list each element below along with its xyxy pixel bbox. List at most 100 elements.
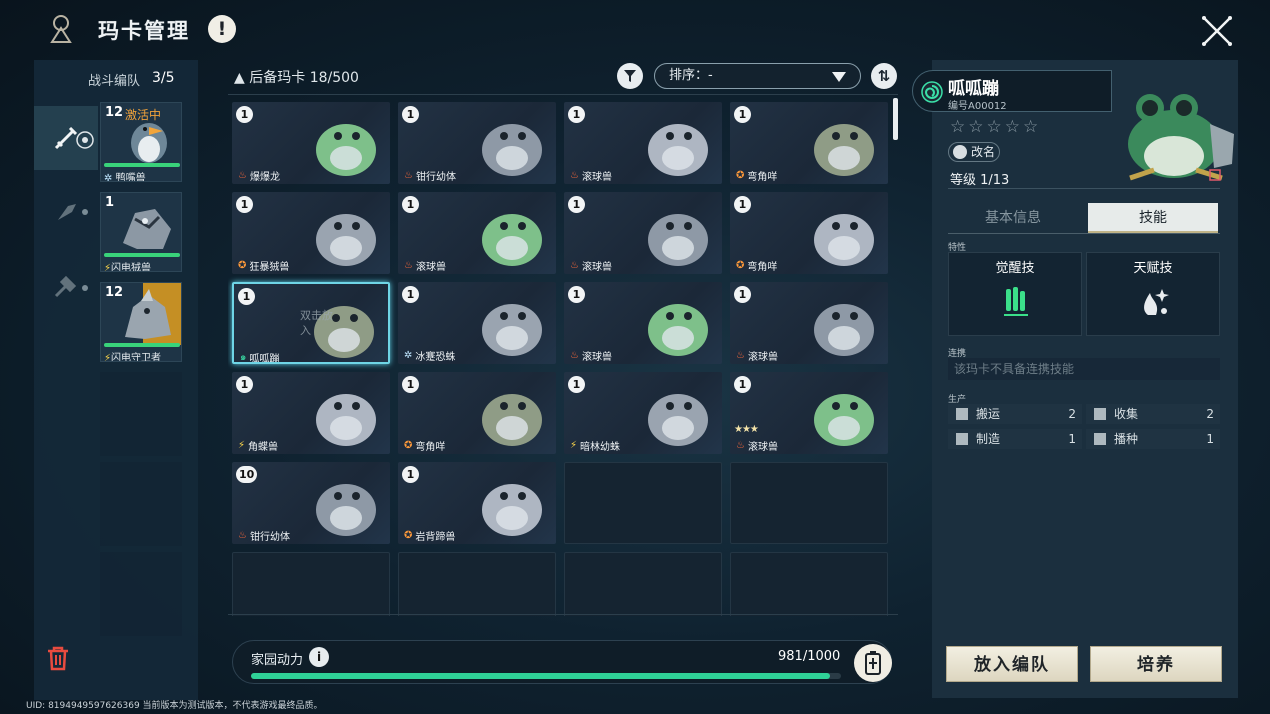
production-value: 2 bbox=[1068, 407, 1076, 421]
energy-track bbox=[251, 673, 841, 679]
wind-element-icon bbox=[921, 81, 943, 103]
card-level: 1 bbox=[568, 196, 585, 213]
production-value: 1 bbox=[1206, 432, 1214, 446]
card-name-row: ♨ 滚球兽 bbox=[570, 168, 612, 183]
card-name-row: ✲ 冰蹇恐蛛 bbox=[404, 348, 455, 363]
close-icon[interactable] bbox=[1200, 14, 1234, 48]
creature-art bbox=[482, 394, 542, 446]
sprout-icon bbox=[1094, 433, 1106, 445]
rename-button[interactable]: 改名 bbox=[948, 142, 1000, 162]
creature-art bbox=[814, 214, 874, 266]
creature-card[interactable]: 10 ♨ 钳行幼体 bbox=[232, 462, 390, 544]
tab-basic-info[interactable]: 基本信息 bbox=[948, 203, 1078, 233]
add-to-team-button[interactable]: 放入编队 bbox=[946, 646, 1078, 682]
card-name: 呱呱蹦 bbox=[249, 354, 280, 364]
creature-card[interactable]: 1 ✪ 狂暴狨兽 bbox=[232, 192, 390, 274]
creature-card[interactable]: 1 双击放入 ๑呱呱蹦 bbox=[232, 282, 390, 364]
tab-indicator-dot bbox=[82, 285, 88, 291]
empty-card-slot bbox=[730, 552, 888, 616]
train-button[interactable]: 培养 bbox=[1090, 646, 1222, 682]
production-sow: 播种 1 bbox=[1086, 429, 1220, 449]
member-name-row: ✲ 鸭嘴兽 bbox=[104, 169, 146, 181]
creature-card[interactable]: 1 ✪ 弯角咩 bbox=[730, 192, 888, 274]
battery-icon bbox=[865, 651, 881, 675]
card-level: 1 bbox=[236, 376, 253, 393]
creature-art bbox=[648, 124, 708, 176]
creature-card[interactable]: 1 ♨ 滚球兽 bbox=[564, 192, 722, 274]
card-name: 冰蹇恐蛛 bbox=[415, 352, 456, 363]
card-level: 1 bbox=[402, 106, 419, 123]
hammer-icon bbox=[956, 433, 968, 445]
header: 玛卡管理 ! bbox=[0, 0, 1270, 60]
tab-indicator-dot bbox=[82, 209, 88, 215]
creature-card[interactable]: 1 ✪ 弯角咩 bbox=[730, 102, 888, 184]
creature-card[interactable]: 1 ✪ 弯角咩 bbox=[398, 372, 556, 454]
level-bar bbox=[948, 188, 1220, 189]
tab-craft[interactable] bbox=[34, 254, 98, 318]
info-icon[interactable]: i bbox=[309, 647, 329, 667]
card-name-row: ⚡ 暗林幼蛛 bbox=[570, 438, 620, 453]
sort-dropdown[interactable]: 排序：- bbox=[654, 63, 861, 89]
creature-card[interactable]: 1 ✲ 冰蹇恐蛛 bbox=[398, 282, 556, 364]
exclamation-icon[interactable]: ! bbox=[208, 15, 236, 43]
team-member-card[interactable]: 12 ⚡闪电守卫者 bbox=[100, 282, 182, 362]
empty-team-slot[interactable] bbox=[100, 552, 182, 636]
hammer-tool-icon bbox=[54, 275, 77, 298]
creature-card[interactable]: 1 ⚡ 角蝶兽 bbox=[232, 372, 390, 454]
creature-art bbox=[648, 214, 708, 266]
empty-team-slot[interactable] bbox=[100, 462, 182, 546]
creature-art bbox=[814, 304, 874, 356]
page-title: 玛卡管理 bbox=[98, 19, 190, 43]
battery-button[interactable] bbox=[854, 644, 892, 682]
production-name: 播种 bbox=[1114, 432, 1139, 446]
creature-card[interactable]: 1 ★★★ ♨ 滚球兽 bbox=[730, 372, 888, 454]
creature-card[interactable]: 1 ♨ 爆爆龙 bbox=[232, 102, 390, 184]
production-value: 1 bbox=[1068, 432, 1076, 446]
card-name-row: ✪ 狂暴狨兽 bbox=[238, 258, 289, 273]
card-name: 滚球兽 bbox=[581, 262, 612, 273]
creature-card[interactable]: 1 ♨ 钳行幼体 bbox=[398, 102, 556, 184]
rename-label: 改名 bbox=[971, 145, 996, 159]
skill-card-awaken[interactable]: 觉醒技 bbox=[948, 252, 1082, 336]
member-status: 激活中 bbox=[125, 108, 162, 122]
empty-team-slot[interactable] bbox=[100, 372, 182, 456]
trash-icon[interactable] bbox=[44, 644, 72, 672]
reserve-label: 后备玛卡 bbox=[249, 70, 306, 86]
electric-element-icon: ⚡ bbox=[570, 440, 578, 451]
creature-card[interactable]: 1 ♨ 滚球兽 bbox=[564, 282, 722, 364]
card-name: 弯角咩 bbox=[747, 172, 778, 183]
divider bbox=[228, 614, 898, 615]
tab-gather[interactable] bbox=[34, 178, 98, 242]
filter-button[interactable] bbox=[617, 63, 643, 89]
wind-element-icon: ๑ bbox=[240, 352, 247, 363]
card-level: 1 bbox=[236, 106, 253, 123]
skill-card-talent[interactable]: 天赋技 bbox=[1086, 252, 1220, 336]
creature-card[interactable]: 1 ♨ 滚球兽 bbox=[564, 102, 722, 184]
member-name: 闪电狨兽 bbox=[111, 263, 152, 272]
card-level: 1 bbox=[734, 196, 751, 213]
creature-card[interactable]: 1 ⚡ 暗林幼蛛 bbox=[564, 372, 722, 454]
team-member-card[interactable]: 1 ⚡闪电狨兽 bbox=[100, 192, 182, 272]
creature-card[interactable]: 1 ♨ 滚球兽 bbox=[730, 282, 888, 364]
detail-name-bar bbox=[912, 70, 1112, 112]
target-icon bbox=[76, 131, 94, 149]
home-energy-bar: 家园动力 i 981/1000 bbox=[232, 640, 892, 684]
sort-order-button[interactable]: ⇅ bbox=[871, 63, 897, 89]
member-name-row: ⚡闪电狨兽 bbox=[104, 259, 152, 272]
tab-skills[interactable]: 技能 bbox=[1088, 203, 1218, 233]
creature-card[interactable]: 1 ♨ 滚球兽 bbox=[398, 192, 556, 274]
grid-scrollbar[interactable] bbox=[893, 98, 898, 140]
fire-element-icon: ♨ bbox=[404, 170, 413, 181]
empty-card-slot bbox=[398, 552, 556, 616]
box-icon bbox=[956, 408, 968, 420]
creature-card[interactable]: 1 ✪ 岩背蹄兽 bbox=[398, 462, 556, 544]
chevron-down-icon bbox=[832, 72, 846, 82]
member-level: 1 bbox=[105, 195, 115, 210]
card-level: 1 bbox=[402, 196, 419, 213]
energy-value: 981/1000 bbox=[778, 649, 841, 664]
fire-element-icon: ♨ bbox=[570, 350, 579, 361]
card-name: 弯角咩 bbox=[747, 262, 778, 273]
link-skill-text: 该玛卡不具备连携技能 bbox=[948, 358, 1220, 380]
card-name-row: ♨ 滚球兽 bbox=[736, 348, 778, 363]
team-member-card[interactable]: 12 激活中 ✲ 鸭嘴兽 bbox=[100, 102, 182, 182]
